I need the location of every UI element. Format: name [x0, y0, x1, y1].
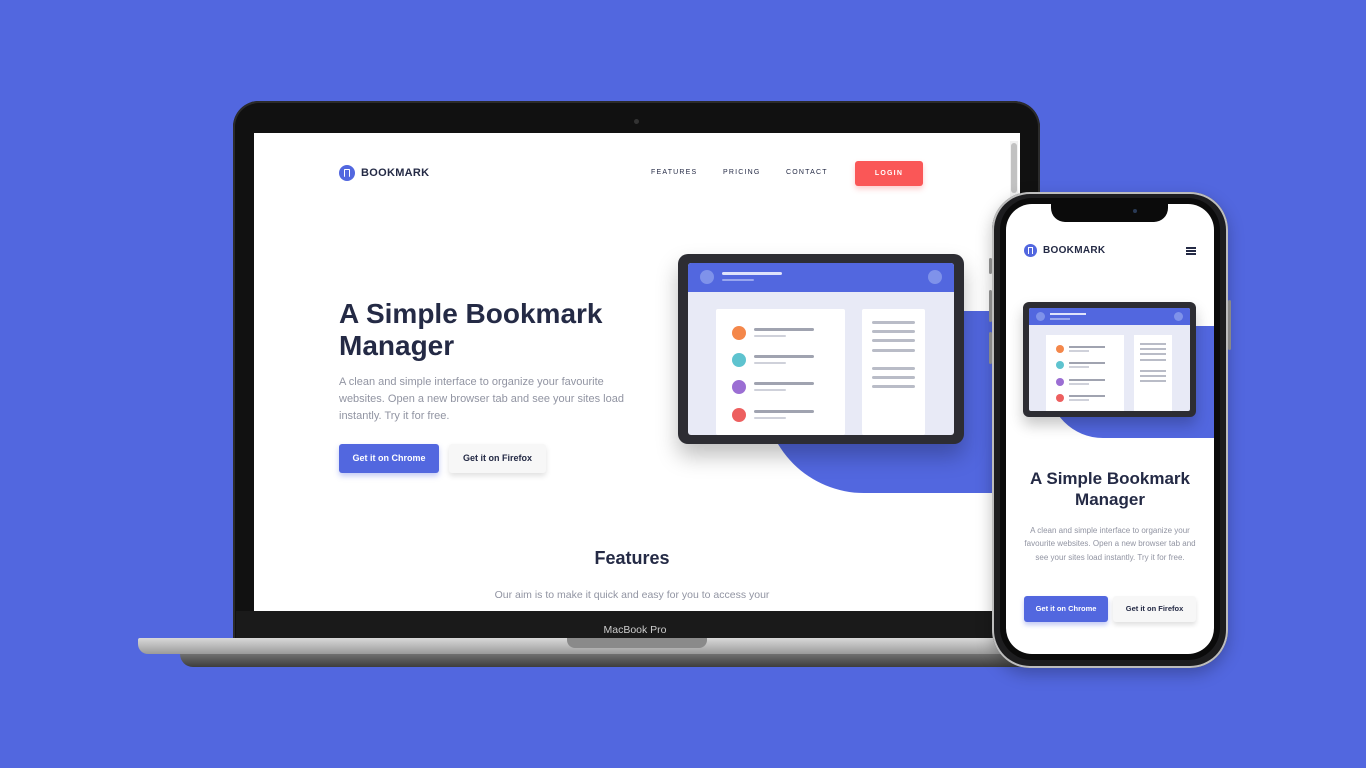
phone-volume-button [989, 332, 992, 364]
sidebar-line [1140, 353, 1166, 355]
bookmark-logo-icon [1024, 244, 1037, 257]
sidebar-line [1140, 370, 1166, 372]
hero-description: A clean and simple interface to organize… [1024, 526, 1196, 562]
profile-icon [1174, 312, 1183, 321]
bookmark-line [754, 410, 814, 413]
bookmark-dot-icon [1056, 345, 1064, 353]
laptop-opening-notch [567, 638, 707, 648]
bookmark-subline [1069, 350, 1089, 352]
tablet-header [1029, 308, 1190, 325]
header-subline [1050, 318, 1070, 320]
sidebar-line [872, 349, 915, 352]
sidebar-line [1140, 359, 1166, 361]
bookmark-dot-icon [1056, 361, 1064, 369]
phone-notch [1051, 204, 1168, 222]
bookmark-dot-icon [732, 353, 746, 367]
sidebar-card [1134, 335, 1172, 411]
bookmark-dot-icon [732, 326, 746, 340]
sidebar-line [872, 339, 915, 342]
get-chrome-button[interactable]: Get it on Chrome [339, 444, 439, 473]
header-subline [722, 279, 754, 281]
hero-description: A clean and simple interface to organize… [339, 376, 624, 422]
header-line [722, 272, 782, 275]
bookmark-dot-icon [1056, 378, 1064, 386]
hero-title: A Simple Bookmark Manager [1030, 469, 1190, 509]
bookmark-line [1069, 379, 1105, 381]
logo-text[interactable]: BOOKMARK [361, 167, 429, 179]
header-line [1050, 313, 1086, 315]
bookmark-list-card [1046, 335, 1124, 411]
get-firefox-button[interactable]: Get it on Firefox [449, 444, 546, 473]
get-chrome-button[interactable]: Get it on Chrome [1024, 596, 1108, 622]
sidebar-card [862, 309, 925, 435]
avatar-icon [700, 270, 714, 284]
bookmark-line [754, 355, 814, 358]
nav-pricing[interactable]: PRICING [723, 169, 761, 176]
tablet-screen [1029, 308, 1190, 411]
laptop-base-bottom [180, 654, 1096, 667]
bookmark-dot-icon [1056, 394, 1064, 402]
scrollbar-thumb[interactable] [1011, 143, 1017, 193]
features-description: Our aim is to make it quick and easy for… [494, 589, 770, 601]
sidebar-line [1140, 380, 1166, 382]
tablet-illustration [1023, 302, 1196, 417]
phone-screen: BOOKMARK A Simple Bookmark Manager A cle… [1006, 204, 1214, 654]
sidebar-line [1140, 375, 1166, 377]
get-firefox-button[interactable]: Get it on Firefox [1113, 596, 1196, 622]
bookmark-line [1069, 346, 1105, 348]
profile-icon [928, 270, 942, 284]
phone-camera [1133, 209, 1137, 213]
bookmark-line [754, 382, 814, 385]
bookmark-list-card [716, 309, 845, 435]
bookmark-subline [754, 335, 786, 337]
bookmark-logo-icon [339, 165, 355, 181]
bookmark-subline [1069, 399, 1089, 401]
phone-power-button [1228, 300, 1231, 350]
sidebar-line [872, 376, 915, 379]
bookmark-line [1069, 395, 1105, 397]
phone-side-button [989, 258, 992, 274]
bookmark-dot-icon [732, 380, 746, 394]
bookmark-subline [754, 389, 786, 391]
sidebar-line [872, 367, 915, 370]
bookmark-dot-icon [732, 408, 746, 422]
sidebar-line [872, 321, 915, 324]
hamburger-icon[interactable] [1186, 247, 1196, 255]
nav-contact[interactable]: CONTACT [786, 169, 828, 176]
laptop-brand-label: MacBook Pro [603, 624, 667, 636]
bookmark-subline [754, 362, 786, 364]
bookmark-line [1069, 362, 1105, 364]
laptop-screen: BOOKMARK FEATURES PRICING CONTACT LOGIN [254, 133, 1020, 611]
laptop-camera [634, 119, 639, 124]
logo-text[interactable]: BOOKMARK [1043, 245, 1105, 256]
tablet-screen [688, 263, 954, 435]
sidebar-line [872, 330, 915, 333]
features-title: Features [594, 548, 670, 568]
bookmark-subline [1069, 383, 1089, 385]
avatar-icon [1036, 312, 1045, 321]
tablet-illustration [678, 254, 964, 444]
hero-title: A Simple Bookmark Manager [339, 298, 603, 361]
bookmark-subline [754, 417, 786, 419]
phone-volume-button [989, 290, 992, 322]
tablet-header [688, 263, 954, 292]
bookmark-line [754, 328, 814, 331]
sidebar-line [1140, 343, 1166, 345]
nav-features[interactable]: FEATURES [651, 169, 697, 176]
bookmark-subline [1069, 366, 1089, 368]
login-button[interactable]: LOGIN [855, 161, 923, 186]
sidebar-line [872, 385, 915, 388]
sidebar-line [1140, 348, 1166, 350]
